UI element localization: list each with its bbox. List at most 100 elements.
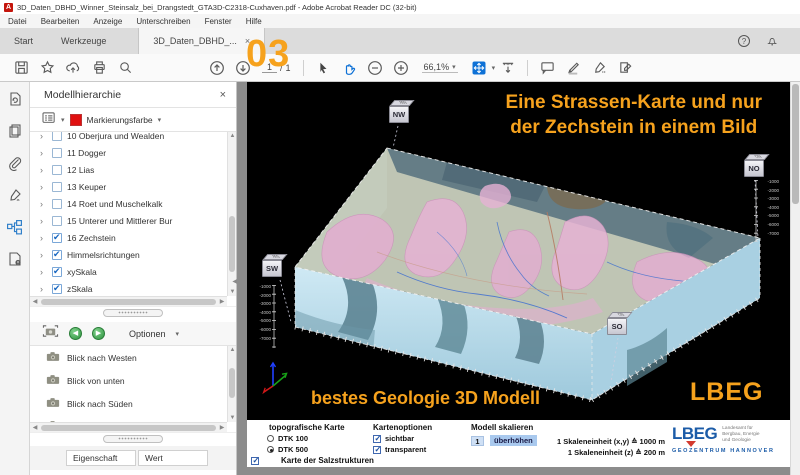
dtk100-radio[interactable] <box>267 435 274 442</box>
view-list-item[interactable]: Blick von unten <box>30 369 227 392</box>
marker-color-swatch[interactable] <box>70 114 82 126</box>
expand-arrow-icon[interactable]: › <box>40 199 47 209</box>
chevron-down-icon[interactable]: ▾ <box>176 330 180 338</box>
visibility-checkbox[interactable] <box>52 132 62 141</box>
tab-tools[interactable]: Werkzeuge <box>47 28 120 54</box>
tree-item[interactable]: ›12 Lias <box>40 161 227 178</box>
signature-icon[interactable] <box>6 186 24 204</box>
search-icon[interactable] <box>112 57 138 79</box>
hand-tool-icon[interactable] <box>336 57 362 79</box>
tree-horizontal-scrollbar[interactable]: ◀▶ <box>30 296 227 306</box>
tree-item[interactable]: ›13 Keuper <box>40 178 227 195</box>
help-icon[interactable]: ? <box>738 35 750 47</box>
zoom-level-select[interactable]: 66,1%▾ <box>422 62 458 73</box>
protected-document-icon[interactable] <box>6 250 24 268</box>
menu-item-fenster[interactable]: Fenster <box>205 17 232 26</box>
scrollbar-thumb[interactable] <box>792 84 799 204</box>
expand-arrow-icon[interactable]: › <box>40 182 47 192</box>
options-menu[interactable]: Optionen <box>129 329 166 339</box>
expand-arrow-icon[interactable]: › <box>40 284 47 294</box>
model-tree-icon[interactable] <box>6 218 24 236</box>
visibility-checkbox[interactable] <box>52 233 62 243</box>
previous-page-icon[interactable] <box>204 57 230 79</box>
scroll-mode-icon[interactable] <box>495 57 521 79</box>
menu-item-datei[interactable]: Datei <box>8 17 27 26</box>
expand-arrow-icon[interactable]: › <box>40 233 47 243</box>
export-pdf-icon[interactable] <box>6 90 24 108</box>
select-tool-icon[interactable] <box>310 57 336 79</box>
tree-item[interactable]: ›xySkala <box>40 263 227 280</box>
zoom-out-icon[interactable] <box>362 57 388 79</box>
zoom-in-icon[interactable] <box>388 57 414 79</box>
view-list-item[interactable]: Blick nach Süden <box>30 392 227 415</box>
visibility-checkbox[interactable] <box>52 199 62 209</box>
visibility-checkbox[interactable] <box>52 284 62 294</box>
panel-splitter[interactable] <box>30 432 236 444</box>
visible-checkbox[interactable] <box>373 435 381 443</box>
tree-item[interactable]: ›Himmelsrichtungen <box>40 246 227 263</box>
dtk100-radio-row[interactable]: DTK 100 <box>267 434 374 443</box>
menu-item-unterschreiben[interactable]: Unterschreiben <box>136 17 190 26</box>
visibility-checkbox[interactable] <box>52 148 62 158</box>
views-horizontal-scrollbar[interactable]: ◀▶ <box>30 422 227 432</box>
capture-view-icon[interactable] <box>42 324 59 343</box>
bell-icon[interactable] <box>766 35 778 47</box>
expand-arrow-icon[interactable]: › <box>40 216 47 226</box>
previous-view-button[interactable]: ◀ <box>69 327 82 340</box>
view-list-item[interactable]: Kommentaransicht7 <box>30 415 227 422</box>
tree-item[interactable]: ›16 Zechstein <box>40 229 227 246</box>
print-icon[interactable] <box>86 57 112 79</box>
visibility-checkbox[interactable] <box>52 216 62 226</box>
star-icon[interactable] <box>34 57 60 79</box>
expand-arrow-icon[interactable]: › <box>40 267 47 277</box>
fit-page-icon[interactable] <box>466 57 492 79</box>
scale-value-input[interactable]: 1 <box>471 436 484 446</box>
salt-map-checkbox[interactable] <box>251 457 259 465</box>
send-sign-icon[interactable] <box>612 57 638 79</box>
3d-viewport[interactable]: NWNW NONO SWSW SOSO -1000-2000-3000-4000… <box>247 82 790 420</box>
visible-checkbox-row[interactable]: sichtbar <box>373 434 432 443</box>
expand-arrow-icon[interactable]: › <box>40 132 47 141</box>
exaggerate-button[interactable]: überhöhen <box>490 435 537 446</box>
visibility-checkbox[interactable] <box>52 165 62 175</box>
property-column[interactable]: Eigenschaft <box>66 450 136 466</box>
expand-arrow-icon[interactable]: › <box>40 148 47 158</box>
value-column[interactable]: Wert <box>138 450 208 466</box>
next-view-button[interactable]: ▶ <box>92 327 105 340</box>
transparent-checkbox-row[interactable]: transparent <box>373 445 432 454</box>
save-icon[interactable] <box>8 57 34 79</box>
dtk500-radio[interactable] <box>267 446 274 453</box>
fill-sign-icon[interactable] <box>586 57 612 79</box>
visibility-checkbox[interactable] <box>52 267 62 277</box>
tree-item[interactable]: ›zSkala <box>40 280 227 296</box>
page-thumbnails-icon[interactable] <box>6 122 24 140</box>
collapse-panel-icon[interactable]: ◀ <box>232 278 237 285</box>
visibility-checkbox[interactable] <box>52 250 62 260</box>
share-cloud-icon[interactable] <box>60 57 86 79</box>
tree-item[interactable]: ›10 Oberjura und Wealden <box>40 132 227 144</box>
chevron-down-icon[interactable]: ▾ <box>158 116 162 124</box>
expand-arrow-icon[interactable]: › <box>40 165 47 175</box>
view-list-item[interactable]: Blick nach Westen <box>30 346 227 369</box>
comment-icon[interactable] <box>534 57 560 79</box>
close-panel-icon[interactable]: × <box>220 89 226 101</box>
tree-item[interactable]: ›14 Roet und Muschelkalk <box>40 195 227 212</box>
views-vertical-scrollbar[interactable]: ▲ ▼ <box>227 346 236 422</box>
attachments-icon[interactable] <box>6 154 24 172</box>
tree-item[interactable]: ›15 Unterer und Mittlerer Bur <box>40 212 227 229</box>
menu-item-anzeige[interactable]: Anzeige <box>93 17 122 26</box>
tree-display-options-icon[interactable] <box>42 111 56 129</box>
transparent-checkbox[interactable] <box>373 446 381 454</box>
highlight-icon[interactable] <box>560 57 586 79</box>
menu-item-bearbeiten[interactable]: Bearbeiten <box>41 17 80 26</box>
tree-vertical-scrollbar[interactable]: ▲ ▼ <box>227 132 236 296</box>
visibility-checkbox[interactable] <box>52 182 62 192</box>
tree-item[interactable]: ›11 Dogger <box>40 144 227 161</box>
chevron-down-icon[interactable]: ▾ <box>61 116 65 124</box>
document-vertical-scrollbar[interactable] <box>790 82 800 475</box>
panel-splitter[interactable] <box>30 306 236 318</box>
dtk500-radio-row[interactable]: DTK 500 <box>267 445 374 454</box>
tab-start[interactable]: Start <box>0 28 47 54</box>
expand-arrow-icon[interactable]: › <box>40 250 47 260</box>
salt-map-checkbox-row[interactable]: Karte der Salzstrukturen <box>251 456 374 465</box>
